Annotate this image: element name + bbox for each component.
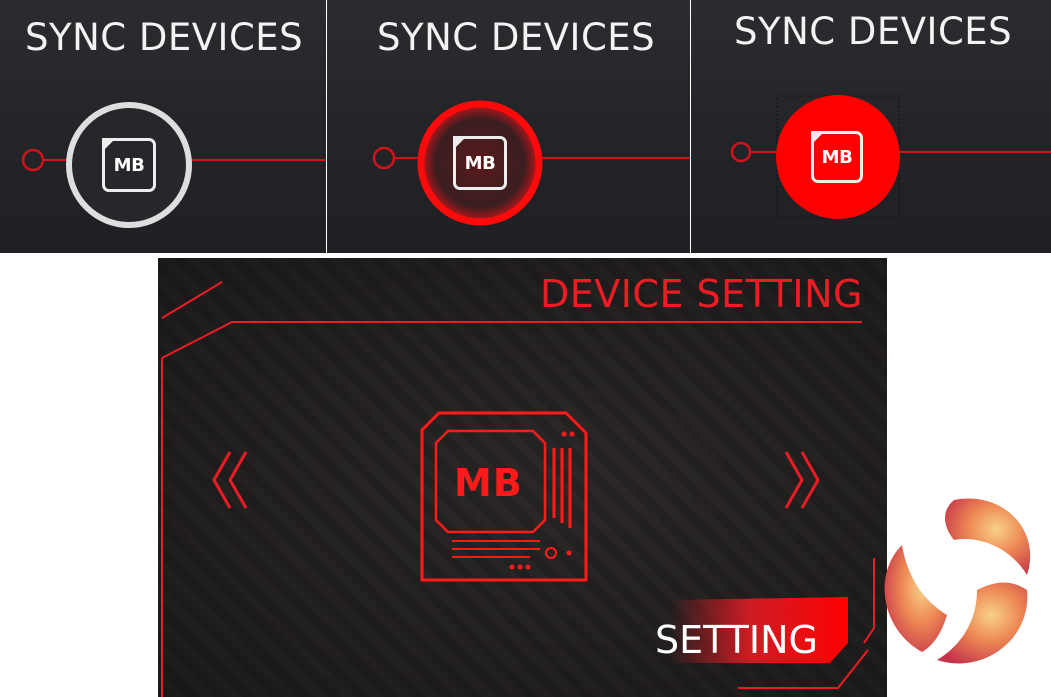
- motherboard-icon[interactable]: MB: [811, 131, 863, 183]
- motherboard-icon[interactable]: MB: [453, 136, 507, 190]
- double-chevron-left-icon[interactable]: [208, 448, 252, 512]
- sync-devices-panel-selected: SYNC DEVICES MB: [691, 0, 1051, 253]
- watermark-logo: [884, 498, 1031, 664]
- connector-node: [730, 141, 752, 163]
- connector-line: [372, 100, 690, 226]
- sync-devices-panel-normal: SYNC DEVICES MB: [0, 0, 326, 253]
- device-label: MB: [454, 461, 523, 505]
- motherboard-icon[interactable]: MB: [102, 138, 156, 192]
- connector-node: [21, 148, 45, 172]
- setting-button[interactable]: SETTING: [655, 618, 818, 662]
- sync-devices-panel-hover: SYNC DEVICES MB: [327, 0, 690, 253]
- connector-line: [730, 95, 1051, 219]
- device-setting-panel: DEVICE SETTING MB SETTING: [158, 258, 887, 697]
- double-chevron-right-icon[interactable]: [780, 448, 824, 512]
- connector-node: [372, 146, 396, 170]
- connector-line: [21, 102, 326, 228]
- device-setting-title: DEVICE SETTING: [539, 272, 863, 316]
